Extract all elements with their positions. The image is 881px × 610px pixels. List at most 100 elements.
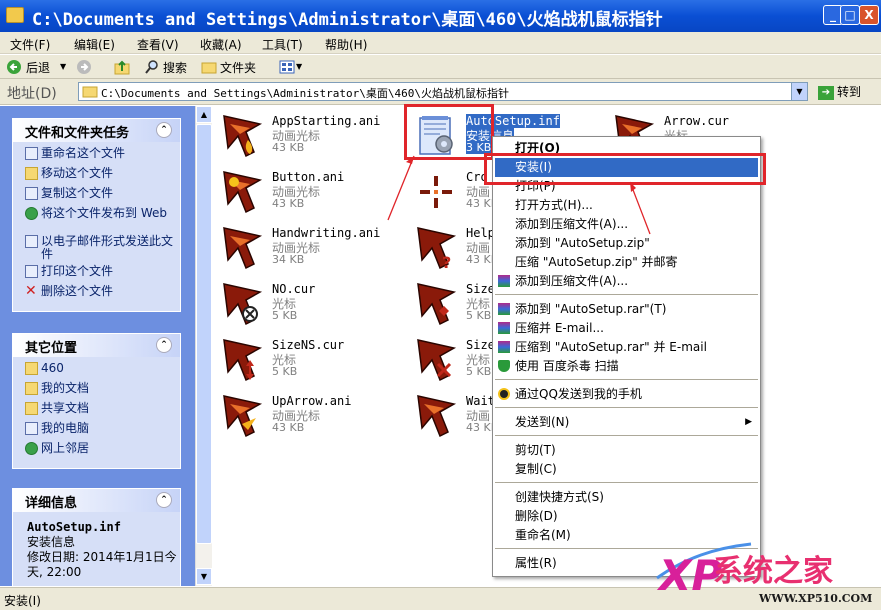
folder-icon [25, 362, 38, 375]
folders-button[interactable]: 文件夹 [220, 59, 256, 76]
menu-item-create-shortcut[interactable]: 创建快捷方式(S) [495, 488, 758, 507]
address-dropdown-icon[interactable]: ▼ [791, 83, 807, 100]
maximize-button[interactable]: □ [840, 5, 860, 25]
views-dropdown-icon[interactable]: ▼ [296, 62, 302, 71]
flame-cursor-icon [417, 395, 457, 438]
collapse-chevron-icon[interactable]: ⌃ [156, 337, 172, 353]
menu-bar: 文件(F) 编辑(E) 查看(V) 收藏(A) 工具(T) 帮助(H) [0, 32, 881, 83]
winrar-icon [498, 303, 510, 315]
back-button[interactable]: 后退 [26, 59, 50, 76]
title-bar[interactable]: C:\Documents and Settings\Administrator\… [0, 0, 881, 32]
flame-cursor-icon [223, 171, 263, 214]
scroll-down-icon[interactable]: ▼ [196, 568, 212, 585]
forward-arrow-icon[interactable] [76, 59, 92, 75]
watermark-url: WWW.XP510.COM [759, 592, 873, 605]
menu-favorites[interactable]: 收藏(A) [200, 36, 242, 53]
task-email[interactable]: 以电子邮件形式发送此文件 [25, 235, 180, 265]
menu-item-send-to[interactable]: 发送到(N) ▶ [495, 413, 758, 432]
task-publish-web[interactable]: 将这个文件发布到 Web [25, 207, 180, 235]
address-input[interactable]: C:\Documents and Settings\Administrator\… [78, 82, 808, 101]
winrar-icon [498, 341, 510, 353]
delete-icon: ✕ [25, 283, 37, 299]
detail-type: 安装信息 [27, 535, 76, 549]
back-dropdown-icon[interactable]: ▼ [60, 62, 66, 71]
toolbar: 后退 ▼ 搜索 文件夹 ▼ [0, 55, 881, 79]
flame-cursor-icon [223, 227, 263, 270]
task-move[interactable]: 移动这个文件 [25, 167, 180, 187]
file-item[interactable]: Button.ani 动画光标 43 KB [216, 168, 406, 220]
winrar-icon [498, 322, 510, 334]
qq-icon [498, 388, 510, 400]
flame-cursor-icon [223, 339, 263, 382]
menu-help[interactable]: 帮助(H) [325, 36, 367, 53]
publish-web-icon [25, 207, 38, 220]
place-network[interactable]: 网上邻居 [25, 442, 180, 462]
file-item[interactable]: AppStarting.ani 动画光标 43 KB [216, 112, 406, 164]
place-460[interactable]: 460 [25, 362, 180, 382]
scroll-thumb[interactable] [196, 124, 212, 544]
annotation-arrow-icon [387, 155, 415, 221]
close-button[interactable]: X [859, 5, 879, 25]
menu-item-copy[interactable]: 复制(C) [495, 460, 758, 479]
flame-cursor-icon [223, 395, 263, 438]
go-button[interactable]: ➔ 转到 [818, 83, 861, 100]
file-tasks-header[interactable]: 文件和文件夹任务 ⌃ [13, 119, 180, 142]
menu-tools[interactable]: 工具(T) [262, 36, 303, 53]
collapse-chevron-icon[interactable]: ⌃ [156, 122, 172, 138]
folder-icon [6, 7, 24, 23]
menu-item-baidu-scan[interactable]: 使用 百度杀毒 扫描 [495, 357, 758, 376]
details-title: 详细信息 [25, 496, 78, 511]
task-print[interactable]: 打印这个文件 [25, 265, 180, 285]
watermark-brand: 系统之家 [713, 554, 833, 589]
menu-item-rar-email[interactable]: 压缩到 "AutoSetup.rar" 并 E-mail [495, 338, 758, 357]
menu-view[interactable]: 查看(V) [137, 36, 179, 53]
menu-file[interactable]: 文件(F) [10, 36, 50, 53]
scroll-up-icon[interactable]: ▲ [196, 106, 212, 123]
menu-item-delete[interactable]: 删除(D) [495, 507, 758, 526]
menu-separator [495, 435, 758, 436]
task-rename[interactable]: 重命名这个文件 [25, 147, 180, 167]
winrar-icon [498, 275, 510, 287]
file-item[interactable]: NO.cur 光标 5 KB [216, 280, 406, 332]
file-item[interactable]: UpArrow.ani 动画光标 43 KB [216, 392, 406, 444]
menu-separator [495, 482, 758, 483]
svg-text:?: ? [442, 253, 451, 270]
search-icon [145, 60, 158, 74]
up-folder-icon[interactable] [114, 59, 130, 75]
detail-modified: 修改日期: 2014年1月1日今天, 22:00 [27, 550, 177, 579]
flame-cursor-icon: ? [417, 227, 457, 270]
search-button[interactable]: 搜索 [163, 59, 187, 76]
place-my-documents[interactable]: 我的文档 [25, 382, 180, 402]
menu-item-add-to-rar[interactable]: 添加到 "AutoSetup.rar"(T) [495, 300, 758, 319]
menu-item-qq-send[interactable]: 通过QQ发送到我的手机 [495, 385, 758, 404]
task-copy[interactable]: 复制这个文件 [25, 187, 180, 207]
views-icon[interactable] [279, 59, 295, 75]
annotation-arrow-icon [629, 181, 651, 235]
file-item[interactable]: Handwriting.ani 动画光标 34 KB [216, 224, 406, 276]
menu-item-compress-email[interactable]: 压缩并 E-mail... [495, 319, 758, 338]
collapse-chevron-icon[interactable]: ⌃ [156, 492, 172, 508]
place-my-computer[interactable]: 我的电脑 [25, 422, 180, 442]
detail-filename: AutoSetup.inf [27, 520, 121, 534]
other-places-header[interactable]: 其它位置 ⌃ [13, 334, 180, 357]
place-shared-documents[interactable]: 共享文档 [25, 402, 180, 422]
menu-separator [495, 294, 758, 295]
highlight-box-install [484, 153, 766, 185]
copy-icon [25, 187, 38, 200]
email-icon [25, 235, 38, 248]
vertical-scrollbar[interactable]: ▲ ▼ [195, 106, 212, 586]
back-arrow-icon[interactable] [6, 59, 22, 75]
status-text: 安装(I) [4, 594, 41, 608]
menu-separator [495, 379, 758, 380]
task-delete[interactable]: ✕ 删除这个文件 [25, 283, 180, 305]
crosshair-cursor-icon [420, 176, 452, 208]
menu-edit[interactable]: 编辑(E) [74, 36, 115, 53]
details-header[interactable]: 详细信息 ⌃ [13, 489, 180, 512]
submenu-arrow-icon: ▶ [745, 417, 752, 427]
menu-item-zip-email[interactable]: 压缩 "AutoSetup.zip" 并邮寄 [495, 253, 758, 272]
address-path: C:\Documents and Settings\Administrator\… [101, 87, 510, 100]
menu-item-cut[interactable]: 剪切(T) [495, 441, 758, 460]
file-item[interactable]: SizeNS.cur 光标 5 KB [216, 336, 406, 388]
go-arrow-icon: ➔ [818, 85, 834, 100]
menu-item-add-archive-rar[interactable]: 添加到压缩文件(A)... [495, 272, 758, 291]
